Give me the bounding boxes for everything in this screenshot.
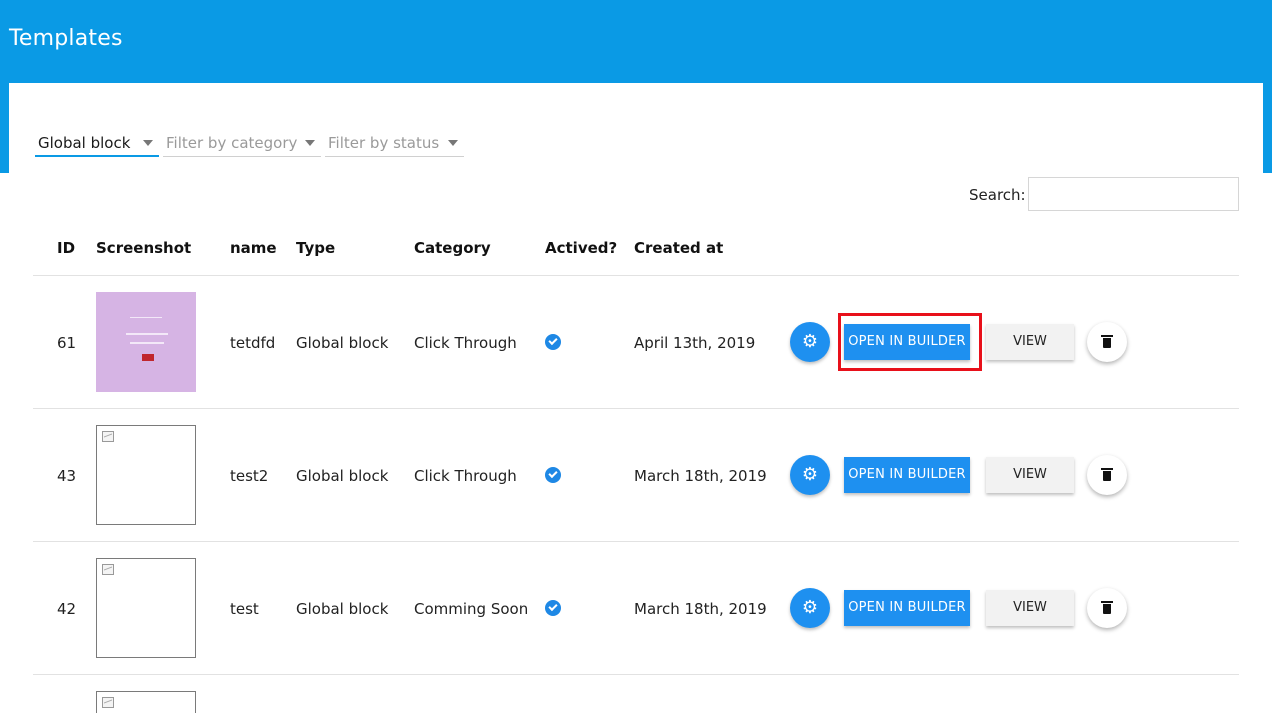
column-header-screenshot: Screenshot [96, 239, 192, 257]
delete-button[interactable] [1087, 588, 1127, 628]
column-header-created-at: Created at [634, 239, 724, 257]
screenshot-placeholder [96, 558, 196, 658]
screenshot-placeholder [96, 691, 196, 713]
check-circle-icon [545, 600, 561, 616]
view-button[interactable]: VIEW [986, 457, 1074, 493]
row-category: Click Through [414, 334, 517, 352]
page-title: Templates [9, 26, 123, 51]
category-filter-select[interactable]: Filter by category [163, 131, 321, 157]
broken-image-icon [102, 697, 114, 708]
open-in-builder-button[interactable]: OPEN IN BUILDER [844, 457, 970, 493]
row-name: test2 [230, 467, 269, 485]
broken-image-icon [102, 564, 114, 575]
column-header-category: Category [414, 239, 491, 257]
screenshot-placeholder [96, 425, 196, 525]
view-button[interactable]: VIEW [986, 324, 1074, 360]
column-header-name: name [230, 239, 277, 257]
gear-icon: ⚙ [801, 464, 819, 485]
settings-button[interactable]: ⚙ [790, 588, 830, 628]
highlight-box [838, 313, 982, 371]
trash-icon [1101, 601, 1113, 614]
column-header-id: ID [57, 239, 76, 257]
row-type: Global block [296, 334, 389, 352]
row-created-at: April 13th, 2019 [634, 334, 756, 352]
settings-button[interactable]: ⚙ [790, 322, 830, 362]
column-header-actived: Actived? [545, 239, 618, 257]
chevron-down-icon [448, 140, 458, 146]
broken-image-icon [102, 431, 114, 442]
row-created-at: March 18th, 2019 [634, 600, 767, 618]
search-label: Search: [969, 186, 1026, 204]
column-header-type: Type [296, 239, 336, 257]
check-circle-icon [545, 334, 561, 350]
row-created-at: March 18th, 2019 [634, 467, 767, 485]
row-name: tetdfd [230, 334, 276, 352]
row-type: Global block [296, 467, 389, 485]
view-button[interactable]: VIEW [986, 590, 1074, 626]
gear-icon: ⚙ [801, 597, 819, 618]
search-input[interactable] [1028, 177, 1239, 211]
row-type: Global block [296, 600, 389, 618]
row-name: test [230, 600, 259, 618]
gear-icon: ⚙ [801, 331, 819, 352]
screenshot-thumbnail [96, 292, 196, 392]
row-divider [33, 541, 1239, 542]
type-filter-select[interactable]: Global block [35, 131, 159, 157]
row-id: 43 [57, 467, 77, 485]
settings-button[interactable]: ⚙ [790, 455, 830, 495]
chevron-down-icon [305, 140, 315, 146]
trash-icon [1101, 335, 1113, 348]
row-category: Click Through [414, 467, 517, 485]
delete-button[interactable] [1087, 455, 1127, 495]
row-divider [33, 674, 1239, 675]
open-in-builder-button[interactable]: OPEN IN BUILDER [844, 590, 970, 626]
row-divider [33, 408, 1239, 409]
delete-button[interactable] [1087, 322, 1127, 362]
type-filter-value: Global block [38, 134, 131, 152]
status-filter-placeholder: Filter by status [328, 134, 440, 152]
trash-icon [1101, 468, 1113, 481]
row-category: Comming Soon [414, 600, 529, 618]
category-filter-placeholder: Filter by category [166, 134, 298, 152]
row-id: 61 [57, 334, 77, 352]
status-filter-select[interactable]: Filter by status [325, 131, 464, 157]
chevron-down-icon [143, 140, 153, 146]
check-circle-icon [545, 467, 561, 483]
row-divider [33, 275, 1239, 276]
row-id: 42 [57, 600, 77, 618]
